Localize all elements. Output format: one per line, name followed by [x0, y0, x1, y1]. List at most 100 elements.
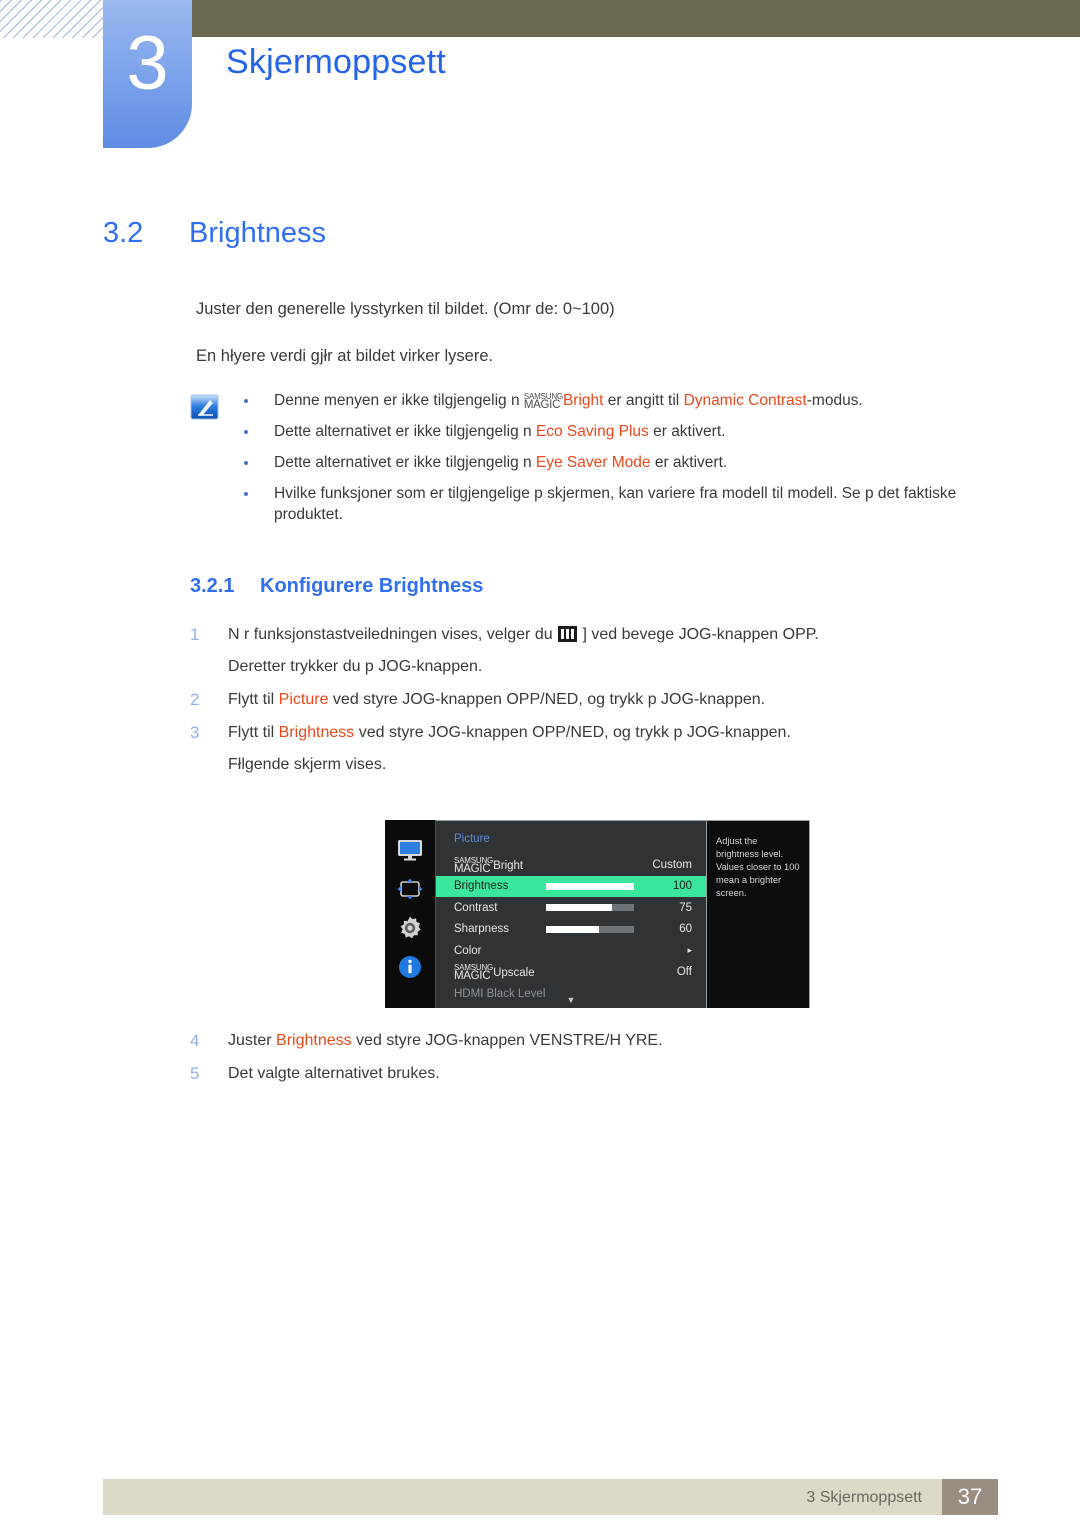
samsung-magic-logo: SAMSUNG MAGIC [523, 393, 563, 411]
osd-row-mid [497, 904, 648, 912]
intro-paragraph-1: Juster den generelle lysstyrken til bild… [196, 300, 615, 318]
subsection-number: 3.2.1 [190, 575, 235, 597]
submenu-arrow-icon: ▸ [687, 945, 692, 956]
bullet-text: Dette alternativet er ikke tilgjengelig … [274, 454, 536, 471]
osd-row-color[interactable]: Color ▸ [436, 940, 706, 962]
osd-row-contrast[interactable]: Contrast 75 [436, 897, 706, 919]
screen-adjust-icon[interactable] [395, 874, 425, 904]
settings-gear-icon[interactable] [395, 913, 425, 943]
subsection-title: Konfigurere Brightness [260, 575, 484, 597]
monitor-display-icon[interactable] [395, 835, 425, 865]
osd-label-text: Upscale [493, 967, 535, 980]
subsection-heading: 3.2.1 Konfigurere Brightness [190, 575, 483, 598]
osd-row-value: Custom [652, 858, 692, 871]
section-heading: 3.2 Brightness [103, 217, 326, 250]
osd-row-label: SAMSUNG MAGIC Bright [454, 856, 524, 875]
osd-row-magicbright[interactable]: SAMSUNG MAGIC Bright Custom [436, 854, 706, 876]
chapter-tab: 3 [103, 0, 192, 148]
step-text: Det valgte alternativet brukes. [228, 1065, 440, 1082]
step-subline: Deretter trykker du p JOG-knappen. [228, 658, 483, 675]
page-header: 3 Skjermoppsett [0, 0, 1080, 160]
footer-chapter-label: 3 Skjermoppsett [806, 1489, 922, 1506]
contrast-slider[interactable] [546, 904, 634, 912]
highlight-term: Picture [278, 691, 329, 708]
page-number: 37 [942, 1479, 998, 1515]
list-item: Denne menyen er ikke tilgjengelig n SAMS… [236, 390, 976, 411]
logo-line-2: MAGIC [523, 399, 561, 411]
bullet-text-mid: er angitt til [603, 392, 684, 409]
list-item: 4 Juster Brightness ved styre JOG-knappen… [190, 1030, 980, 1052]
osd-row-value: 100 [672, 880, 692, 893]
list-item: 5 Det valgte alternativet brukes. [190, 1063, 980, 1085]
bullet-text-post: er aktivert. [648, 423, 726, 440]
osd-row-brightness[interactable]: Brightness 100 [436, 875, 706, 897]
section-title: Brightness [189, 217, 327, 249]
osd-sidebar [385, 820, 436, 1008]
step-text: Juster [228, 1032, 277, 1049]
list-item: 3 Flytt til Brightness ved styre JOG-knap… [190, 722, 980, 776]
step-text-post: ] ved bevege JOG-knappen OPP. [578, 626, 819, 643]
intro-paragraph-2: En hłyere verdi gjłr at bildet virker ly… [196, 347, 494, 365]
osd-tooltip: Adjust the brightness level. Values clos… [707, 820, 810, 1008]
step-text: N r funksjonstastveiledningen vises, vel… [228, 626, 558, 643]
step-number: 1 [190, 625, 200, 644]
osd-row-value: 75 [679, 901, 692, 914]
scroll-down-chevron-icon[interactable]: ▼ [436, 995, 706, 1005]
osd-label-text: Bright [493, 859, 524, 872]
list-item: 1 N r funksjonstastveiledningen vises, ve… [190, 624, 980, 678]
steps-list-after: 4 Juster Brightness ved styre JOG-knappen… [190, 1030, 980, 1096]
list-item: Hvilke funksjoner som er tilgjengelige p… [236, 483, 976, 525]
step-subline: Fłlgende skjerm vises. [228, 756, 387, 773]
osd-row-value: 60 [679, 923, 692, 936]
list-item: Dette alternativet er ikke tilgjengelig … [236, 421, 976, 442]
brightness-slider[interactable] [546, 882, 634, 890]
steps-list-before: 1 N r funksjonstastveiledningen vises, ve… [190, 624, 980, 787]
section-number: 3.2 [103, 217, 144, 249]
highlight-term: Bright [562, 392, 604, 409]
osd-row-label: Brightness [454, 880, 509, 893]
note-bullet-list: Denne menyen er ikke tilgjengelig n SAMS… [236, 390, 976, 535]
samsung-magic-logo: SAMSUNG MAGIC [454, 964, 493, 983]
list-item: 2 Flytt til Picture ved styre JOG-knappen… [190, 689, 980, 711]
step-text-post: ved styre JOG-knappen OPP/NED, og trykk … [354, 724, 791, 741]
bullet-text: Denne menyen er ikke tilgjengelig n [274, 392, 524, 409]
bullet-text: Hvilke funksjoner som er tilgjengelige p… [274, 485, 957, 523]
hatch-decoration [0, 0, 103, 38]
osd-panel-title: Picture [454, 833, 490, 845]
osd-row-list: SAMSUNG MAGIC Bright Custom Brightness 100… [436, 854, 706, 1005]
step-number: 2 [190, 690, 200, 709]
osd-row-mid [508, 882, 648, 890]
step-text: Flytt til [228, 724, 279, 741]
chapter-title: Skjermoppsett [226, 43, 446, 81]
header-olive-bar [192, 0, 1080, 37]
sharpness-slider[interactable] [546, 925, 634, 933]
osd-menu-screenshot: Picture SAMSUNG MAGIC Bright Custom Bright… [385, 820, 810, 1008]
samsung-magic-logo: SAMSUNG MAGIC [454, 856, 493, 875]
osd-row-label: Contrast [454, 901, 498, 914]
step-text-post: ved styre JOG-knappen VENSTRE/H YRE. [351, 1032, 663, 1049]
step-number: 4 [190, 1031, 200, 1050]
step-text-post: ved styre JOG-knappen OPP/NED, og trykk … [328, 691, 766, 708]
osd-row-sharpness[interactable]: Sharpness 60 [436, 919, 706, 941]
osd-row-magicupscale[interactable]: SAMSUNG MAGIC Upscale Off [436, 962, 706, 984]
step-text: Flytt til [228, 691, 279, 708]
osd-main-panel: Picture SAMSUNG MAGIC Bright Custom Bright… [436, 820, 707, 1008]
highlight-term: Eco Saving Plus [535, 423, 649, 440]
list-item: Dette alternativet er ikke tilgjengelig … [236, 452, 976, 473]
highlight-term: Dynamic Contrast [683, 392, 807, 409]
osd-row-value: Off [676, 966, 692, 979]
bullet-text-post: er aktivert. [650, 454, 728, 471]
menu-bars-icon [558, 626, 578, 642]
highlight-term: Eye Saver Mode [535, 454, 651, 471]
chapter-number: 3 [126, 21, 169, 106]
highlight-term: Brightness [278, 724, 355, 741]
osd-row-label: Color [454, 944, 482, 957]
step-number: 5 [190, 1064, 200, 1083]
osd-row-label: Sharpness [454, 923, 509, 936]
bullet-text-post: -modus. [806, 392, 863, 409]
logo-line-2: MAGIC [454, 970, 491, 983]
highlight-term: Brightness [276, 1032, 352, 1049]
logo-line-2: MAGIC [454, 862, 491, 875]
bullet-text: Dette alternativet er ikke tilgjengelig … [274, 423, 536, 440]
information-icon[interactable] [395, 952, 425, 982]
